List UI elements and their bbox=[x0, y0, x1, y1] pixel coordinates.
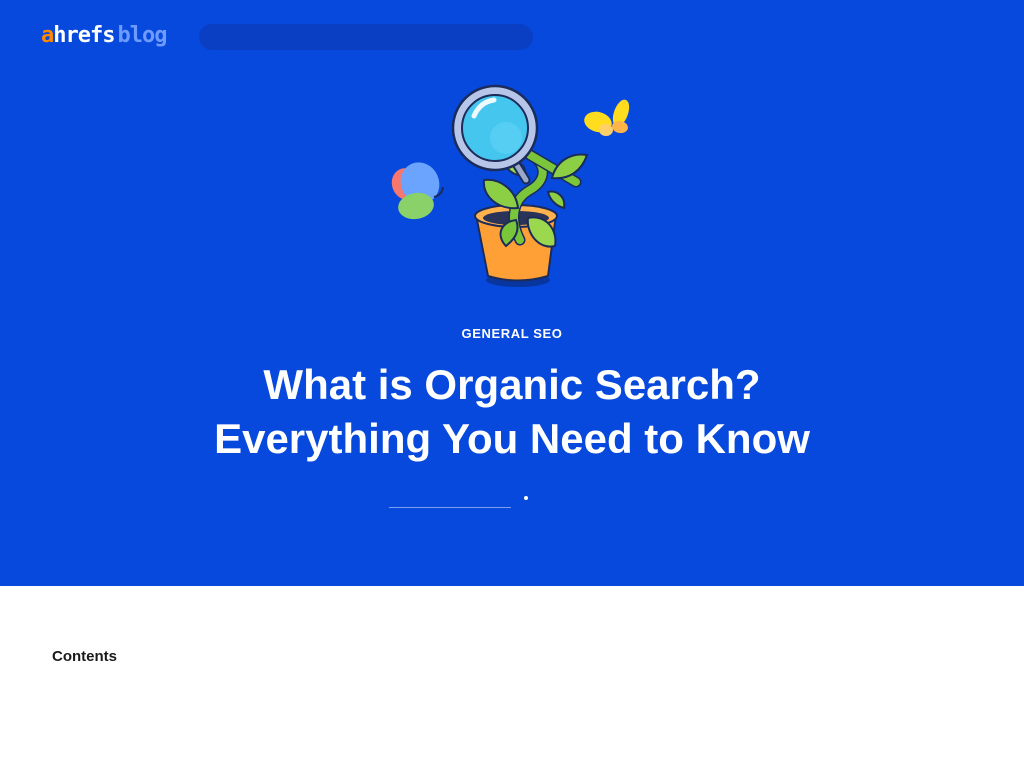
hero-section: ahrefs blog GENERAL SEO What is Organic … bbox=[0, 0, 1024, 586]
ahrefs-blog-logo[interactable]: ahrefs blog bbox=[41, 22, 167, 50]
butterfly-right-icon bbox=[584, 99, 630, 136]
byline-author-underline[interactable] bbox=[389, 507, 511, 508]
article-title-line-1: What is Organic Search? bbox=[263, 361, 761, 408]
magnifier-plant-butterflies-illustration bbox=[391, 84, 630, 287]
article-title-line-2: Everything You Need to Know bbox=[214, 415, 810, 462]
search-input[interactable] bbox=[199, 24, 533, 50]
category-link[interactable]: GENERAL SEO bbox=[0, 325, 1024, 343]
logo-blog: blog bbox=[117, 23, 167, 48]
byline-separator-dot bbox=[524, 496, 528, 500]
logo-hrefs: hrefs bbox=[53, 23, 115, 48]
butterfly-left-icon bbox=[391, 162, 444, 220]
magnifying-glass-icon bbox=[451, 84, 539, 172]
logo-a: a bbox=[41, 23, 54, 48]
article-title: What is Organic Search? Everything You N… bbox=[112, 358, 912, 466]
contents-label: Contents bbox=[52, 648, 117, 665]
